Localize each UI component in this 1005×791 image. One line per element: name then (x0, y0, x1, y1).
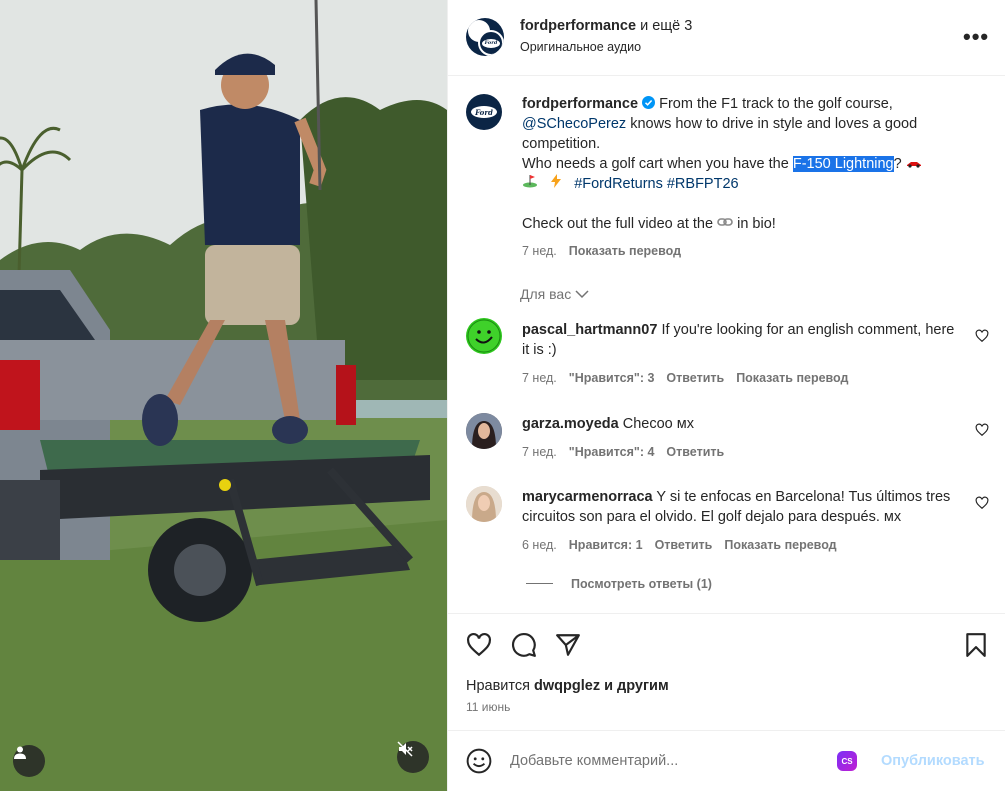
ford-logo: Ford (471, 106, 497, 118)
post-header: Ford fordperformance и ещё 3 Оригинально… (448, 0, 1005, 76)
comment-username[interactable]: marycarmenorraca (522, 489, 653, 505)
caption-line-4-end: in bio! (733, 216, 776, 232)
caption-line-3-end: ? (893, 156, 902, 172)
share-send-icon[interactable] (555, 632, 581, 658)
caption-line-4: Check out the full video at the (522, 216, 714, 232)
comment-age[interactable]: 7 нед. (522, 445, 557, 459)
caption-line-1: From the F1 track to the golf course, (659, 96, 893, 112)
likes-suffix[interactable]: и другим (604, 678, 669, 694)
caption-text: fordperformance From the F1 track to the… (522, 94, 962, 234)
user-icon (14, 746, 26, 759)
for-you-dropdown[interactable]: Для вас (520, 286, 589, 302)
profile-photo-icon (466, 486, 502, 522)
lightning-emoji-icon (551, 174, 562, 188)
comment-avatar[interactable] (466, 413, 502, 449)
race-car-emoji-icon (906, 162, 921, 168)
comment-translate-button[interactable]: Показать перевод (724, 538, 836, 552)
header-collaborators[interactable]: и ещё 3 (640, 18, 692, 34)
chevron-down-icon (575, 290, 589, 299)
caption-line-3: Who needs a golf cart when you have the (522, 156, 793, 172)
header-title[interactable]: fordperformance и ещё 3 (520, 18, 692, 34)
comment-like-heart-icon[interactable] (975, 496, 989, 510)
comment-avatar[interactable] (466, 486, 502, 522)
comment-age[interactable]: 6 нед. (522, 538, 557, 552)
replies-divider (526, 583, 553, 584)
view-replies-button[interactable]: Посмотреть ответы (1) (526, 577, 712, 591)
comment-bubble-icon[interactable] (511, 632, 537, 658)
view-replies-label: Посмотреть ответы (1) (571, 577, 712, 591)
smiley-avatar-icon (467, 319, 501, 353)
comment-like-heart-icon[interactable] (975, 423, 989, 437)
caption-avatar[interactable]: Ford (466, 94, 502, 130)
comment-meta: 6 нед. Нравится: 1 Ответить Показать перево… (522, 538, 837, 552)
for-you-label: Для вас (520, 286, 572, 302)
link-emoji-icon (717, 218, 733, 226)
mention-link[interactable]: @SChecoPerez (522, 116, 626, 132)
cs-extension-icon[interactable]: CS (837, 751, 857, 771)
highlighted-text: F-150 Lightning (792, 156, 894, 172)
save-bookmark-icon[interactable] (964, 632, 988, 658)
post-video-frame (0, 0, 447, 791)
hashtags[interactable]: #FordReturns #RBFPT26 (574, 176, 738, 192)
like-heart-icon[interactable] (466, 632, 492, 658)
tagged-users-button[interactable] (13, 745, 45, 777)
comment-meta: 7 нед. "Нравится": 4 Ответить (522, 445, 724, 459)
header-username[interactable]: fordperformance (520, 18, 636, 34)
comment-avatar[interactable] (466, 318, 502, 354)
comment-body: marycarmenorraca Y si te enfocas en Barc… (522, 487, 962, 527)
comment-meta: 7 нед. "Нравится": 3 Ответить Показать пере… (522, 371, 848, 385)
comment-bar: Добавьте комментарий... CS Опубликовать (448, 730, 1005, 791)
post-panel: Ford fordperformance и ещё 3 Оригинально… (447, 0, 1005, 791)
caption-age[interactable]: 7 нед. (522, 244, 557, 258)
caption-username[interactable]: fordperformance (522, 96, 638, 112)
collab-avatar[interactable]: Ford (466, 18, 504, 56)
emoji-picker-icon[interactable] (466, 748, 492, 774)
comment-text: Checoo мх (622, 416, 694, 432)
comment-like-heart-icon[interactable] (975, 329, 989, 343)
speaker-muted-icon (397, 741, 413, 757)
more-options-icon[interactable]: ••• (963, 24, 989, 50)
audio-label[interactable]: Оригинальное аудио (520, 40, 641, 54)
likes-summary: Нравится dwqpglez и другим (466, 678, 669, 694)
post-media[interactable] (0, 0, 447, 791)
comment-age[interactable]: 7 нед. (522, 371, 557, 385)
comment-input[interactable]: Добавьте комментарий... (510, 753, 678, 769)
caption-translate-button[interactable]: Показать перевод (569, 244, 681, 258)
comment-reply-button[interactable]: Ответить (666, 371, 724, 385)
mute-button[interactable] (397, 741, 429, 773)
comment-likes-count[interactable]: "Нравится": 4 (569, 445, 655, 459)
comment-username[interactable]: pascal_hartmann07 (522, 322, 657, 338)
likes-username[interactable]: dwqpglez (534, 678, 600, 694)
profile-photo-icon (466, 413, 502, 449)
comment-username[interactable]: garza.moyeda (522, 416, 619, 432)
comment-body: garza.moyeda Checoo мх (522, 414, 962, 434)
comment-reply-button[interactable]: Ответить (655, 538, 713, 552)
golf-flag-emoji-icon (523, 175, 537, 188)
comment-likes-count[interactable]: Нравится: 1 (569, 538, 643, 552)
likes-prefix: Нравится (466, 678, 530, 694)
publish-button[interactable]: Опубликовать (881, 753, 985, 769)
comment-body: pascal_hartmann07 If you're looking for … (522, 320, 962, 360)
comment-likes-count[interactable]: "Нравится": 3 (569, 371, 655, 385)
ford-logo: Ford (482, 38, 500, 48)
comment-translate-button[interactable]: Показать перевод (736, 371, 848, 385)
verified-badge-icon (642, 96, 656, 109)
post-date[interactable]: 11 июнь (466, 700, 510, 714)
caption-meta: 7 нед. Показать перевод (522, 244, 681, 258)
comment-reply-button[interactable]: Ответить (666, 445, 724, 459)
